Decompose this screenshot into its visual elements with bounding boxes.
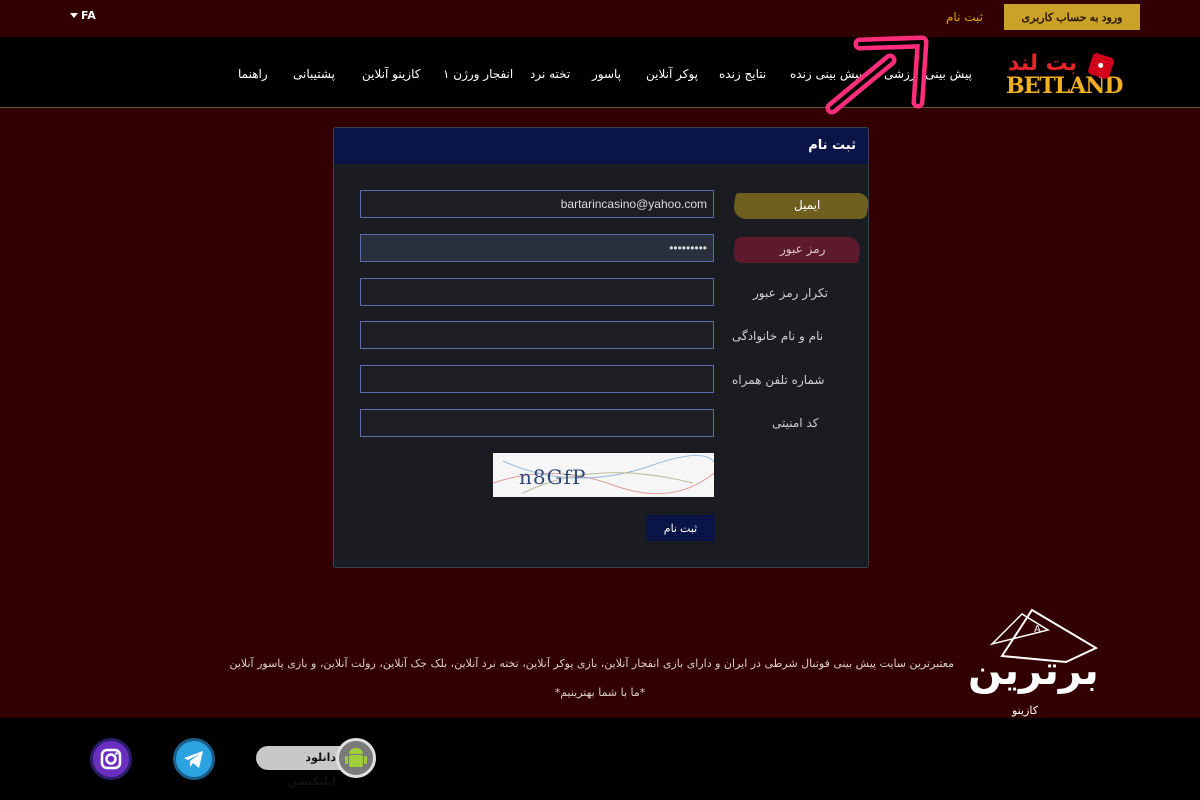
- brand-main-text: برترین: [968, 648, 1099, 694]
- language-label: FA: [81, 9, 96, 22]
- telegram-icon[interactable]: [173, 738, 215, 780]
- brand-sub-text: کازینو: [1012, 704, 1038, 717]
- password-field[interactable]: [360, 234, 714, 262]
- panel-header: ثبت نام: [334, 128, 868, 164]
- security-code-label: کد امنیتی: [772, 416, 819, 430]
- nav-item-help[interactable]: راهنما: [238, 67, 268, 81]
- nav-item-support[interactable]: پشتیبانی: [293, 67, 335, 81]
- instagram-icon[interactable]: [90, 738, 132, 780]
- nav-item-crash[interactable]: انفجار ورژن ۱: [443, 67, 513, 81]
- site-description: معتبرترین سایت پیش بینی فوتبال شرطی در ا…: [229, 657, 954, 670]
- bartarin-casino-watermark: A برترین کازینو: [962, 604, 1102, 719]
- site-tagline: *ما با شما بهترینیم*: [554, 686, 646, 699]
- android-icon: [336, 738, 376, 778]
- svg-text:A: A: [1034, 624, 1041, 635]
- nav-item-online-poker[interactable]: پوکر آنلاین: [646, 67, 698, 81]
- confirm-password-label: تکرار رمز عبور: [753, 286, 828, 300]
- panel-title: ثبت نام: [808, 138, 856, 153]
- captcha-text: n8GfP: [519, 465, 587, 489]
- bottom-bar: دانلود اپلیکیشن: [0, 718, 1200, 800]
- top-bar: FA ثبت نام ورود به حساب کاربری: [0, 0, 1200, 37]
- registration-panel: ثبت نام ایمیل رمز عبور تکرار رمز عبور نا…: [333, 127, 870, 568]
- password-label: رمز عبور: [780, 242, 826, 256]
- security-code-field[interactable]: [360, 409, 714, 437]
- language-selector[interactable]: FA: [70, 9, 96, 22]
- nav-item-backgammon[interactable]: تخته نرد: [530, 67, 570, 81]
- login-button[interactable]: ورود به حساب کاربری: [1004, 4, 1140, 30]
- full-name-label: نام و نام خانوادگی: [732, 329, 824, 343]
- confirm-password-field[interactable]: [360, 278, 714, 306]
- pointer-arrow-icon: [825, 35, 929, 115]
- captcha-image: n8GfP: [493, 453, 714, 497]
- email-label: ایمیل: [794, 198, 821, 212]
- app-download-button[interactable]: دانلود اپلیکیشن: [256, 738, 376, 788]
- chevron-down-icon: [70, 13, 78, 18]
- main-navbar: بت لند BETLAND پیش بینی ورزشی پیش بینی ز…: [0, 37, 1200, 108]
- betland-logo[interactable]: بت لند BETLAND: [1002, 47, 1123, 99]
- register-link[interactable]: ثبت نام: [946, 10, 983, 24]
- register-submit-button[interactable]: ثبت نام: [646, 515, 715, 541]
- mobile-label: شماره تلفن همراه: [732, 373, 825, 387]
- nav-item-online-casino[interactable]: کازینو آنلاین: [362, 67, 420, 81]
- mobile-field[interactable]: [360, 365, 714, 393]
- email-field[interactable]: [360, 190, 714, 218]
- nav-item-pasur[interactable]: پاسور: [592, 67, 621, 81]
- nav-item-live-results[interactable]: نتایج زنده: [719, 67, 766, 81]
- full-name-field[interactable]: [360, 321, 714, 349]
